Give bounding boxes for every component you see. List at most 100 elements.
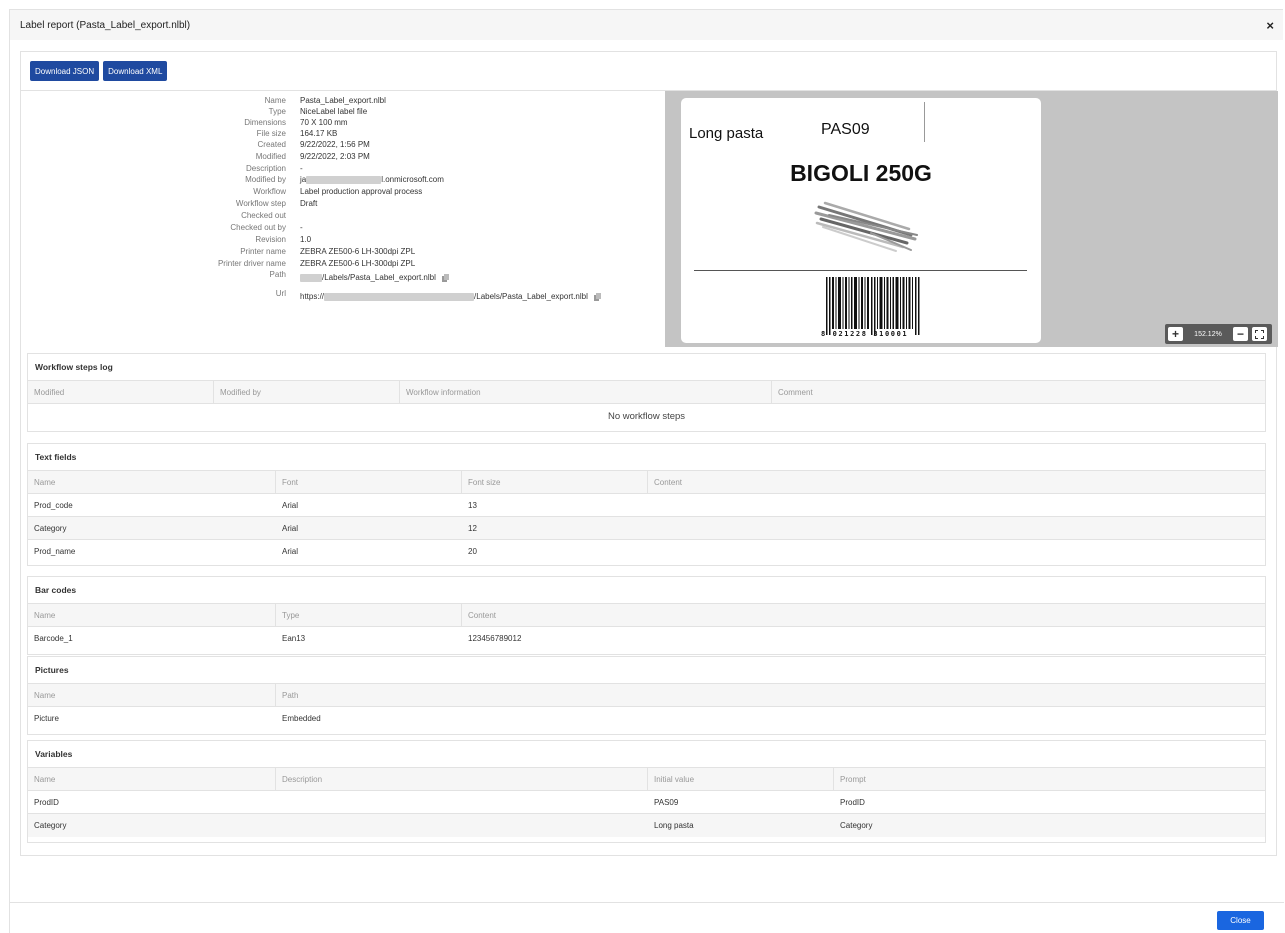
cell-description (276, 814, 282, 837)
column-header[interactable]: Modified by (214, 381, 400, 404)
prop-label: Printer name (240, 247, 286, 256)
prop-label: Dimensions (244, 118, 286, 127)
cell-name: Category (34, 524, 67, 533)
table-row[interactable]: Picture Embedded (28, 707, 1265, 730)
table-row[interactable]: ProdID PAS09 ProdID (28, 791, 1265, 814)
properties-list: Name Pasta_Label_export.nlbl Type NiceLa… (21, 91, 661, 347)
zoom-in-button[interactable]: + (1168, 327, 1183, 341)
zoom-out-button[interactable]: − (1233, 327, 1248, 341)
prop-value-suffix: /Labels/Pasta_Label_export.nlbl (474, 292, 588, 301)
prop-file-size: File size 164.17 KB (21, 128, 661, 139)
label-code-text: PAS09 (821, 121, 870, 138)
cell-name: Barcode_1 (34, 634, 73, 643)
column-header[interactable]: Content (462, 604, 1266, 627)
column-header[interactable]: Comment (772, 381, 1266, 404)
table-header: Modified Modified by Workflow informatio… (28, 381, 1265, 404)
prop-value: Draft (300, 199, 318, 208)
prop-label: Name (264, 96, 286, 105)
prop-value: Label production approval process (300, 187, 423, 196)
table-header: Name Description Initial value Prompt (28, 768, 1265, 791)
prop-value: ZEBRA ZE500-6 LH-300dpi ZPL (300, 259, 416, 268)
cell-name: Category (34, 821, 67, 830)
column-header[interactable]: Initial value (648, 768, 834, 791)
pictures-section: Pictures Name Path Picture Embedded (27, 656, 1266, 735)
table-row[interactable]: Category Arial 12 (28, 517, 1265, 540)
cell-initial-value: Long pasta (654, 821, 694, 830)
prop-label: Created (257, 140, 286, 149)
cell-font: Arial (282, 547, 299, 556)
copy-icon[interactable] (441, 273, 449, 282)
cell-name: ProdID (34, 798, 59, 807)
prop-value: /Labels/Pasta_Label_export.nlbl (300, 272, 449, 283)
column-header[interactable]: Font (276, 471, 462, 494)
bar-codes-section: Bar codes Name Type Content Barcode_1 Ea… (27, 576, 1266, 655)
prop-value-suffix: /Labels/Pasta_Label_export.nlbl (322, 273, 436, 282)
column-header[interactable]: Name (28, 604, 276, 627)
zoom-controls: + 152.12% − (1165, 324, 1272, 344)
zoom-level: 152.12% (1194, 330, 1222, 338)
close-icon[interactable]: × (1266, 18, 1274, 33)
label-category-text: Long pasta (689, 125, 764, 142)
cell-font-size: 13 (468, 501, 477, 510)
prop-label: Path (269, 270, 286, 279)
redacted-block (306, 175, 382, 184)
workflow-log-section: Workflow steps log Modified Modified by … (27, 353, 1266, 432)
prop-value-prefix: https:// (300, 292, 325, 301)
label-info: Name Pasta_Label_export.nlbl Type NiceLa… (21, 91, 1278, 347)
prop-value: 1.0 (300, 235, 312, 244)
cell-name: Picture (34, 714, 59, 723)
cell-type: Ean13 (282, 634, 306, 643)
redacted-block (324, 292, 475, 301)
cell-name: Prod_code (34, 501, 73, 510)
close-button[interactable]: Close (1217, 911, 1264, 930)
column-header[interactable]: Font size (462, 471, 648, 494)
prop-value-suffix: l.onmicrosoft.com (381, 175, 444, 184)
variables-section: Variables Name Description Initial value… (27, 740, 1266, 843)
download-json-button[interactable]: Download JSON (30, 61, 100, 81)
prop-value: 9/22/2022, 2:03 PM (300, 152, 370, 161)
prop-workflow-step: Workflow step Draft (21, 198, 661, 209)
copy-icon[interactable] (593, 292, 601, 301)
dialog-title: Label report (Pasta_Label_export.nlbl) (20, 19, 191, 31)
table-header: Name Type Content (28, 604, 1265, 627)
prop-value: ZEBRA ZE500-6 LH-300dpi ZPL (300, 247, 416, 256)
prop-value: - (300, 164, 303, 173)
table-row[interactable]: Category Long pasta Category (28, 814, 1265, 837)
dialog-footer: Close (10, 902, 1284, 933)
column-header[interactable]: Name (28, 768, 276, 791)
cell-prompt: Category (840, 821, 873, 830)
prop-path: Path /Labels/Pasta_Label_export.nlbl (21, 269, 661, 283)
prop-value: https:// /Labels/Pasta_Label_export.nlbl (300, 291, 601, 302)
column-header[interactable]: Prompt (834, 768, 1266, 791)
prop-label: Checked out by (230, 223, 286, 232)
column-header[interactable]: Path (276, 684, 1266, 707)
table-row[interactable]: Prod_name Arial 20 (28, 540, 1265, 563)
column-header[interactable]: Workflow information (400, 381, 772, 404)
section-title: Variables (28, 741, 1265, 768)
download-xml-button[interactable]: Download XML (103, 61, 168, 81)
prop-printer-name: Printer name ZEBRA ZE500-6 LH-300dpi ZPL (21, 246, 661, 257)
column-header[interactable]: Name (28, 471, 276, 494)
prop-label: Type (268, 107, 286, 116)
barcode-digits: 8 021228 310001 (821, 330, 909, 338)
column-header[interactable]: Content (648, 471, 1266, 494)
prop-revision: Revision 1.0 (21, 234, 661, 245)
cell-font-size: 12 (468, 524, 477, 533)
column-header[interactable]: Modified (28, 381, 214, 404)
cell-initial-value: PAS09 (654, 798, 679, 807)
section-title: Text fields (28, 444, 1265, 471)
cell-content (648, 517, 654, 540)
cell-path: Embedded (282, 714, 321, 723)
column-header[interactable]: Type (276, 604, 462, 627)
prop-dimensions: Dimensions 70 X 100 mm (21, 117, 661, 128)
cell-font-size: 20 (468, 547, 477, 556)
table-row[interactable]: Prod_code Arial 13 (28, 494, 1265, 517)
prop-label: Printer driver name (217, 259, 286, 268)
empty-table-message: No workflow steps (607, 411, 686, 422)
fit-screen-icon[interactable] (1252, 327, 1267, 341)
table-row[interactable]: Barcode_1 Ean13 123456789012 (28, 627, 1265, 650)
column-header[interactable]: Name (28, 684, 276, 707)
column-header[interactable]: Description (276, 768, 648, 791)
cell-prompt: ProdID (840, 798, 865, 807)
prop-checked-out-by: Checked out by - (21, 222, 661, 233)
